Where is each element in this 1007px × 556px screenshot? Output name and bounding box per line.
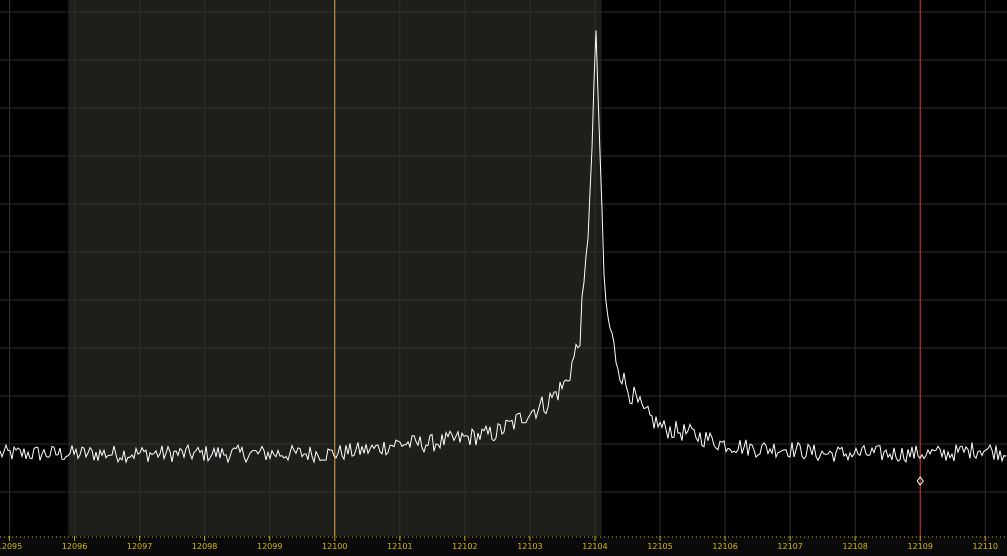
tick-label: 12102 bbox=[452, 542, 477, 551]
tick-label: 12109 bbox=[908, 542, 933, 551]
tick-label: 12103 bbox=[517, 542, 542, 551]
tick-label: 12100 bbox=[322, 542, 347, 551]
spectrum-display[interactable]: 12095 12096 12097 12098 12099 12100 12101 12102… bbox=[0, 0, 1007, 556]
tick-label: 12108 bbox=[842, 542, 867, 551]
tick-label: 12101 bbox=[387, 542, 412, 551]
tick-label: 12096 bbox=[62, 542, 87, 551]
tick-label: 12095 bbox=[0, 542, 22, 551]
tick-label: 12105 bbox=[647, 542, 672, 551]
tick-label: 12098 bbox=[192, 542, 217, 551]
tick-label: 12097 bbox=[127, 542, 152, 551]
tick-label: 12099 bbox=[257, 542, 282, 551]
tick-label: 12106 bbox=[712, 542, 737, 551]
tick-label: 12110 bbox=[973, 542, 998, 551]
tick-label: 12104 bbox=[582, 542, 607, 551]
tick-label: 12107 bbox=[777, 542, 802, 551]
